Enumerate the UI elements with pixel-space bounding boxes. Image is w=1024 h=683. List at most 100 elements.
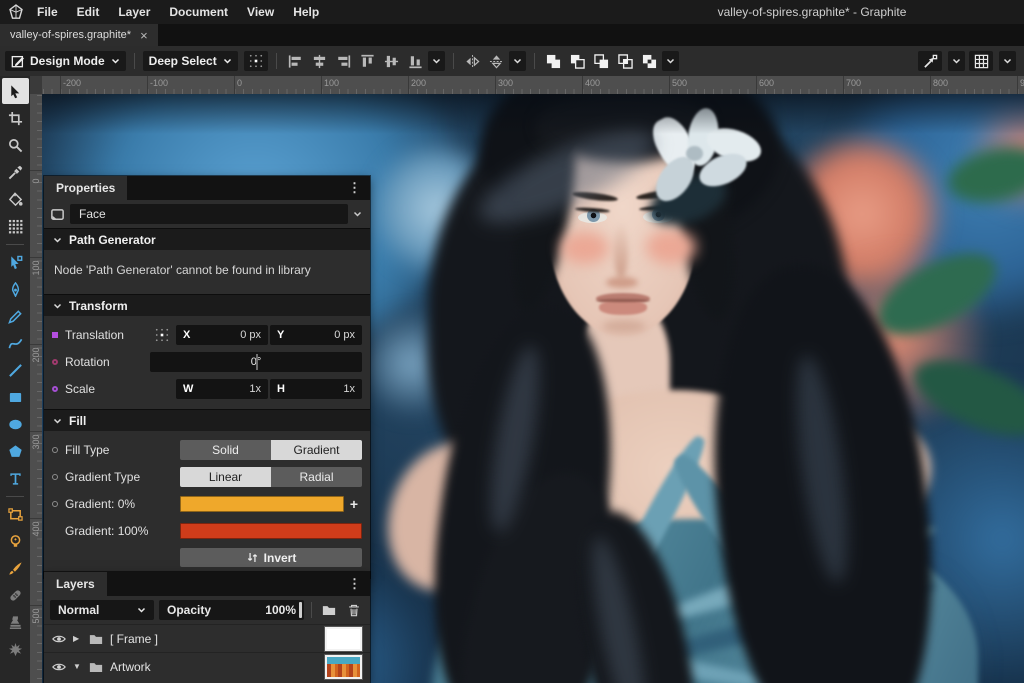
option-solid[interactable]: Solid [180,439,271,460]
tool-brush[interactable] [2,555,29,581]
tool-ellipse[interactable] [2,411,29,437]
slider-handle[interactable] [299,602,302,618]
menu-document[interactable]: Document [169,5,228,19]
tool-polygon[interactable] [2,438,29,464]
parameter-dot-icon[interactable] [52,446,65,453]
boolean-difference-icon[interactable] [639,51,660,71]
tool-pattern[interactable] [2,213,29,239]
snapping-button[interactable] [918,51,942,71]
eye-icon[interactable] [52,632,66,646]
align-options-dropdown[interactable] [427,51,445,71]
layer-row[interactable]: ▶ [ Frame ] [44,624,370,652]
grid-button[interactable] [969,51,993,71]
boolean-subtract-back-icon[interactable] [591,51,612,71]
separator [311,602,312,618]
grid-options-dropdown[interactable] [999,51,1016,71]
design-mode-dropdown[interactable]: Design Mode [5,51,126,71]
opacity-slider[interactable]: Opacity 100% [159,600,304,620]
kebab-menu-icon[interactable]: ⋮ [339,180,370,196]
fill-type-label: Fill Type [65,442,110,457]
close-tab-icon[interactable]: × [140,29,148,42]
tool-freehand[interactable] [2,303,29,329]
snapping-options-dropdown[interactable] [948,51,965,71]
add-gradient-stop-button[interactable]: + [346,496,362,512]
tool-imaginate[interactable] [2,528,29,554]
translation-x-field[interactable]: X 0 px [176,324,268,345]
align-v-middle-icon[interactable] [381,51,402,71]
layers-panel-header: Layers ⋮ [44,572,370,596]
boolean-union-icon[interactable] [543,51,564,71]
tool-eyedropper[interactable] [2,159,29,185]
collapse-arrow-icon[interactable]: ▼ [73,662,82,671]
section-transform[interactable]: Transform [44,294,370,316]
section-fill[interactable]: Fill [44,409,370,431]
align-h-center-icon[interactable] [309,51,330,71]
tool-select[interactable] [1,78,29,104]
selection-mode-dropdown[interactable]: Deep Select [142,51,238,71]
gradient-start-swatch[interactable] [180,495,344,512]
slider-handle[interactable] [256,353,258,370]
boolean-options-dropdown[interactable] [661,51,679,71]
tool-line[interactable] [2,357,29,383]
boolean-intersect-icon[interactable] [615,51,636,71]
tool-fill[interactable] [2,186,29,212]
tool-text[interactable] [2,465,29,491]
flip-horizontal-icon[interactable] [462,51,483,71]
pivot-widget[interactable] [150,328,174,342]
menu-layer[interactable]: Layer [118,5,150,19]
delete-layer-button[interactable] [344,603,364,617]
gradient-end-row: Gradient: 100% [52,517,362,544]
menu-view[interactable]: View [247,5,274,19]
parameter-dot-icon[interactable] [52,385,65,392]
node-name-field[interactable]: Face [70,204,348,224]
menu-help[interactable]: Help [293,5,319,19]
scale-h-field[interactable]: H 1x [270,378,362,399]
align-bottom-icon[interactable] [405,51,426,71]
invert-gradient-button[interactable]: Invert [180,548,362,567]
parameter-dot-icon[interactable] [52,358,65,365]
pivot-button[interactable] [243,51,268,71]
properties-tab[interactable]: Properties [44,176,128,200]
option-radial[interactable]: Radial [271,466,362,487]
tool-heal[interactable] [2,582,29,608]
tool-clone[interactable] [2,609,29,635]
eye-icon[interactable] [52,660,66,674]
tool-pen[interactable] [2,276,29,302]
chevron-down-icon[interactable] [353,210,364,218]
ruler-label: -200 [63,78,82,88]
tool-frame[interactable] [2,501,29,527]
layer-row[interactable]: ▼ Artwork [44,652,370,680]
tool-splat[interactable] [2,636,29,662]
tool-navigate[interactable] [2,132,29,158]
kebab-menu-icon[interactable]: ⋮ [339,576,370,592]
document-tab[interactable]: valley-of-spires.graphite* × [0,24,158,46]
align-left-icon[interactable] [285,51,306,71]
parameter-dot-icon[interactable] [52,331,65,338]
layers-tab[interactable]: Layers [44,572,107,596]
parameter-dot-icon[interactable] [52,500,65,507]
rotation-slider[interactable]: 0° [150,351,362,372]
flip-options-dropdown[interactable] [508,51,526,71]
translation-y-field[interactable]: Y 0 px [270,324,362,345]
gradient-end-swatch[interactable] [180,522,362,539]
option-gradient[interactable]: Gradient [271,439,362,460]
align-top-icon[interactable] [357,51,378,71]
align-right-icon[interactable] [333,51,354,71]
scale-w-field[interactable]: W 1x [176,378,268,399]
parameter-dot-icon[interactable] [52,473,65,480]
section-path-generator[interactable]: Path Generator [44,228,370,250]
menu-file[interactable]: File [37,5,58,19]
tool-path[interactable] [2,249,29,275]
expand-arrow-icon[interactable]: ▶ [73,634,82,643]
tool-artboard[interactable] [2,105,29,131]
tool-rectangle[interactable] [2,384,29,410]
scale-label: Scale [65,381,96,396]
flip-vertical-icon[interactable] [486,51,507,71]
blend-mode-dropdown[interactable]: Normal [50,600,154,620]
tool-spline[interactable] [2,330,29,356]
boolean-subtract-front-icon[interactable] [567,51,588,71]
menu-edit[interactable]: Edit [77,5,100,19]
option-linear[interactable]: Linear [180,466,271,487]
graphite-logo-icon[interactable] [8,4,25,21]
new-folder-button[interactable] [319,603,339,617]
